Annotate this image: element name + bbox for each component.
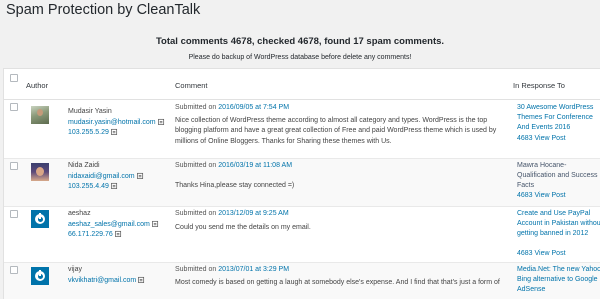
author-email-link[interactable]: mudasir.yasin@hotmail.com <box>68 118 165 126</box>
submitted-on: Submitted on 2013/07/01 at 3:29 PM <box>175 266 289 273</box>
row-checkbox[interactable] <box>10 103 18 111</box>
response-post-link[interactable]: Media.Net: The new Yahoo! Bing alternati… <box>517 265 600 296</box>
author-ip-text: 66.171.229.76 <box>68 231 113 238</box>
column-header-comment[interactable]: Comment <box>175 81 208 90</box>
scan-summary: Total comments 4678, checked 4678, found… <box>155 36 445 47</box>
external-link-icon <box>114 230 121 237</box>
author-ip-link[interactable]: 103.255.4.49 <box>68 182 118 190</box>
author-email-text: aeshaz_sales@gmail.com <box>68 221 150 228</box>
author-email-text: vkvikhatri@gmail.com <box>68 277 137 284</box>
submitted-prefix: Submitted on <box>175 266 217 273</box>
submitted-on: Submitted on 2016/03/19 at 11:08 AM <box>175 162 292 169</box>
external-link-icon <box>110 182 117 189</box>
comment-text: Could you send me the details on my emai… <box>175 224 311 231</box>
backup-warning: Please do backup of WordPress database b… <box>188 54 412 61</box>
submitted-date-link[interactable]: 2016/09/05 at 7:54 PM <box>218 104 289 111</box>
comment-text: Most comedy is based on getting a laugh … <box>175 279 500 286</box>
author-name: Nida Zaidi <box>68 162 100 169</box>
table-row: vijay vkvikhatri@gmail.com Submitted on … <box>4 263 600 299</box>
avatar <box>31 163 49 181</box>
comment-text: Thanks Hina,please stay connected =) <box>175 182 295 189</box>
wordpress-logo-icon <box>31 210 49 228</box>
author-ip-text: 103.255.5.29 <box>68 129 109 136</box>
author-email-link[interactable]: aeshaz_sales@gmail.com <box>68 220 159 228</box>
table-header: Author Comment In Response To <box>4 69 600 100</box>
column-header-author[interactable]: Author <box>26 81 48 90</box>
submitted-on: Submitted on 2016/09/05 at 7:54 PM <box>175 104 289 111</box>
author-email-text: mudasir.yasin@hotmail.com <box>68 119 156 126</box>
row-checkbox[interactable] <box>10 266 18 274</box>
external-link-icon <box>136 172 143 179</box>
author-ip-link[interactable]: 66.171.229.76 <box>68 230 122 238</box>
response-post-link[interactable]: Mawra Hocane- Qualification and Success … <box>517 161 600 192</box>
table-row: Mudasir Yasin mudasir.yasin@hotmail.com … <box>4 100 600 159</box>
external-link-icon <box>110 128 117 135</box>
author-name: Mudasir Yasin <box>68 108 112 115</box>
spam-comments-table: Author Comment In Response To Mudasir Ya… <box>3 68 600 299</box>
comment-text: Nice collection of WordPress theme accor… <box>175 117 497 145</box>
row-checkbox[interactable] <box>10 162 18 170</box>
author-email-text: nidaxaidi@gmail.com <box>68 173 135 180</box>
author-name: vijay <box>68 266 83 273</box>
submitted-date-link[interactable]: 2013/12/09 at 9:25 AM <box>218 210 288 217</box>
external-link-icon <box>138 276 145 283</box>
response-post-link[interactable]: 30 Awesome WordPress Themes For Conferen… <box>517 103 600 134</box>
table-row: aeshaz aeshaz_sales@gmail.com 66.171.229… <box>4 207 600 263</box>
author-email-link[interactable]: vkvikhatri@gmail.com <box>68 276 145 284</box>
external-link-icon <box>157 118 164 125</box>
submitted-date-link[interactable]: 2016/03/19 at 11:08 AM <box>218 162 292 169</box>
submitted-prefix: Submitted on <box>175 104 217 111</box>
page-title: Spam Protection by CleanTalk <box>6 2 201 18</box>
author-email-link[interactable]: nidaxaidi@gmail.com <box>68 172 144 180</box>
column-header-in-response-to[interactable]: In Response To <box>513 81 565 90</box>
view-post-link[interactable]: 4683 View Post <box>517 250 566 257</box>
select-all-checkbox[interactable] <box>10 74 18 82</box>
response-post-link[interactable]: Create and Use PayPal Account in Pakista… <box>517 209 600 240</box>
avatar <box>31 106 49 124</box>
submitted-date-link[interactable]: 2013/07/01 at 3:29 PM <box>218 266 289 273</box>
author-name: aeshaz <box>68 210 91 217</box>
wordpress-logo-icon <box>31 267 49 285</box>
view-post-link[interactable]: 4683 View Post <box>517 192 566 199</box>
submitted-prefix: Submitted on <box>175 210 217 217</box>
submitted-on: Submitted on 2013/12/09 at 9:25 AM <box>175 210 289 217</box>
view-post-link[interactable]: 4683 View Post <box>517 135 566 142</box>
author-ip-link[interactable]: 103.255.5.29 <box>68 128 118 136</box>
submitted-prefix: Submitted on <box>175 162 217 169</box>
table-row: Nida Zaidi nidaxaidi@gmail.com 103.255.4… <box>4 159 600 207</box>
author-ip-text: 103.255.4.49 <box>68 183 109 190</box>
row-checkbox[interactable] <box>10 210 18 218</box>
external-link-icon <box>151 220 158 227</box>
